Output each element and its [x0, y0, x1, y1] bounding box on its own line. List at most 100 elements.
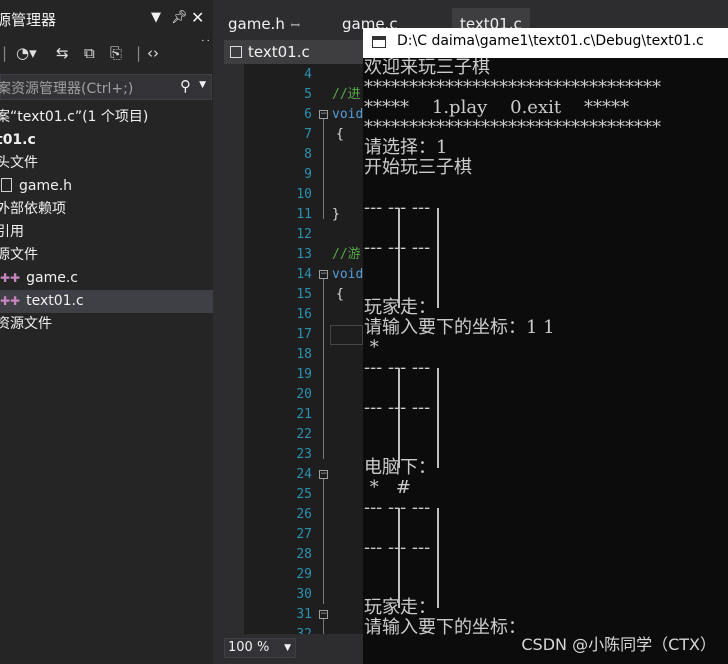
tree-references[interactable]: 引用 — [0, 221, 24, 244]
line-number: 8 — [304, 147, 312, 162]
console-line: 电脑下： — [364, 457, 436, 478]
tree-project[interactable]: t01.c — [0, 129, 36, 152]
solution-explorer-toolbar: | ◔▾ ⇆ ⧉ ⎘ | ‹› ˙˙ — [0, 38, 213, 70]
console-app-icon — [372, 36, 386, 48]
solution-explorer: 源管理器 ▼ 📌︎ ✕ | ◔▾ ⇆ ⧉ ⎘ | ‹› ˙˙ 案资源管理器(Ct… — [0, 0, 213, 664]
line-number: 10 — [296, 187, 312, 202]
collapse-all-icon[interactable]: ⧉ — [84, 44, 95, 62]
tab-game-h[interactable]: game.h ꟷ — [228, 8, 300, 38]
pin-icon[interactable]: 📌︎ — [171, 10, 188, 25]
line-number: 6 — [304, 107, 312, 122]
console-line: 请输入要下的坐标：1 1 — [364, 317, 555, 338]
code-brace: { — [336, 287, 344, 302]
pin-icon[interactable]: ꟷ — [291, 19, 300, 32]
line-number: 21 — [296, 407, 312, 422]
board-separator — [398, 508, 400, 608]
fold-guide — [323, 479, 324, 604]
line-number: 20 — [296, 387, 312, 402]
fold-guide — [323, 119, 324, 219]
line-number: 5 — [304, 87, 312, 102]
fold-toggle-icon[interactable]: − — [319, 610, 328, 619]
code-keyword: void — [332, 267, 364, 282]
search-icon[interactable]: ⚲ — [180, 77, 191, 95]
file-icon — [230, 46, 242, 58]
panel-divider[interactable] — [213, 0, 222, 664]
code-comment: //游 — [332, 247, 361, 262]
board-separator — [437, 508, 439, 608]
console-output: 请输入要下的坐标：玩家走：--- --- ------ --- --- * #电… — [363, 58, 728, 664]
line-number: 13 — [296, 247, 312, 262]
tree-source-files[interactable]: 源文件 — [0, 244, 38, 267]
board-separator — [398, 208, 400, 308]
console-line: 请输入要下的坐标： — [364, 617, 526, 638]
current-line-highlight — [330, 325, 363, 345]
code-editor[interactable]: 4 5 6 7 8 9 10 11 12 13 14 15 16 17 18 19 20 21 22 23 24 25 26… — [222, 64, 364, 642]
console-title-bar[interactable]: D:\C daima\game1\text01.c\Debug\text01.c — [363, 28, 728, 58]
line-number: 4 — [304, 67, 312, 82]
line-number: 17 — [296, 327, 312, 342]
tree-file-text01-c[interactable]: ✚✚ text01.c — [0, 290, 213, 313]
console-line: 玩家走： — [364, 597, 436, 618]
tree-header-files[interactable]: 头文件 — [0, 152, 38, 175]
console-line: * — [364, 337, 379, 358]
toolbar-separator: | — [2, 44, 8, 62]
line-number: 29 — [296, 567, 312, 582]
line-number: 11 — [296, 207, 312, 222]
active-document-tab[interactable]: text01.c — [224, 40, 364, 64]
solution-explorer-header: 源管理器 ▼ 📌︎ ✕ — [0, 8, 213, 31]
sync-icon[interactable]: ⇆ — [56, 44, 69, 62]
solution-search-box[interactable]: 案资源管理器(Ctrl+;) ⚲ ▼ — [0, 74, 212, 100]
line-number: 19 — [296, 367, 312, 382]
tree-resource-files[interactable]: 资源文件 — [0, 313, 52, 336]
tree-file-game-h[interactable]: game.h — [1, 175, 72, 198]
line-number: 22 — [296, 427, 312, 442]
line-number: 15 — [296, 287, 312, 302]
line-number: 12 — [296, 227, 312, 242]
line-number: 25 — [296, 487, 312, 502]
console-window[interactable]: D:\C daima\game1\text01.c\Debug\text01.c… — [363, 28, 728, 664]
fold-guide — [323, 619, 324, 634]
tree-external-deps[interactable]: 外部依赖项 — [0, 198, 66, 221]
console-line: ***** 1.play 0.exit ***** — [364, 97, 629, 118]
close-icon[interactable]: ✕ — [191, 8, 204, 27]
chevron-down-icon: ▼ — [284, 643, 291, 653]
code-brace: } — [332, 207, 340, 222]
fold-toggle-icon[interactable]: − — [319, 270, 328, 279]
search-options-icon[interactable]: ▼ — [199, 80, 206, 90]
line-number: 9 — [304, 167, 312, 182]
toolbar-separator-2: | — [136, 44, 142, 62]
board-separator — [437, 368, 439, 468]
c-file-icon: ✚✚ — [0, 294, 21, 308]
tree-file-game-c[interactable]: ✚✚ game.c — [0, 267, 78, 290]
show-all-files-icon[interactable]: ⎘ — [110, 44, 122, 62]
fold-toggle-icon[interactable]: − — [319, 110, 328, 119]
watermark: CSDN @小陈同学（CTX） — [521, 635, 716, 654]
console-line: 请选择：1 — [364, 137, 448, 158]
line-number: 30 — [296, 587, 312, 602]
tree-solution[interactable]: 案“text01.c”(1 个项目) — [0, 106, 148, 129]
dropdown-icon[interactable]: ▼ — [151, 10, 161, 25]
header-file-icon — [1, 178, 12, 192]
console-line: 开始玩三子棋 — [364, 157, 472, 178]
board-separator — [437, 208, 439, 308]
view-code-icon[interactable]: ‹› — [147, 44, 159, 62]
console-title: D:\C daima\game1\text01.c\Debug\text01.c — [397, 33, 704, 49]
line-number: 28 — [296, 547, 312, 562]
editor-margin — [222, 64, 244, 634]
line-number: 23 — [296, 447, 312, 462]
line-number: 7 — [304, 127, 312, 142]
line-number: 26 — [296, 507, 312, 522]
search-placeholder: 案资源管理器(Ctrl+;) — [0, 81, 134, 97]
code-brace: { — [336, 127, 344, 142]
console-line: 玩家走： — [364, 297, 436, 318]
code-comment: //进 — [332, 87, 361, 102]
history-icon[interactable]: ◔▾ — [16, 44, 37, 62]
console-line: ********************************* — [364, 77, 661, 98]
more-icon[interactable]: ˙˙ — [200, 38, 211, 51]
console-line: ********************************* — [364, 117, 661, 138]
code-keyword: void — [332, 107, 364, 122]
board-separator — [398, 368, 400, 468]
zoom-select[interactable]: 100 % ▼ — [224, 638, 296, 658]
fold-guide — [323, 279, 324, 459]
fold-toggle-icon[interactable]: − — [319, 470, 328, 479]
